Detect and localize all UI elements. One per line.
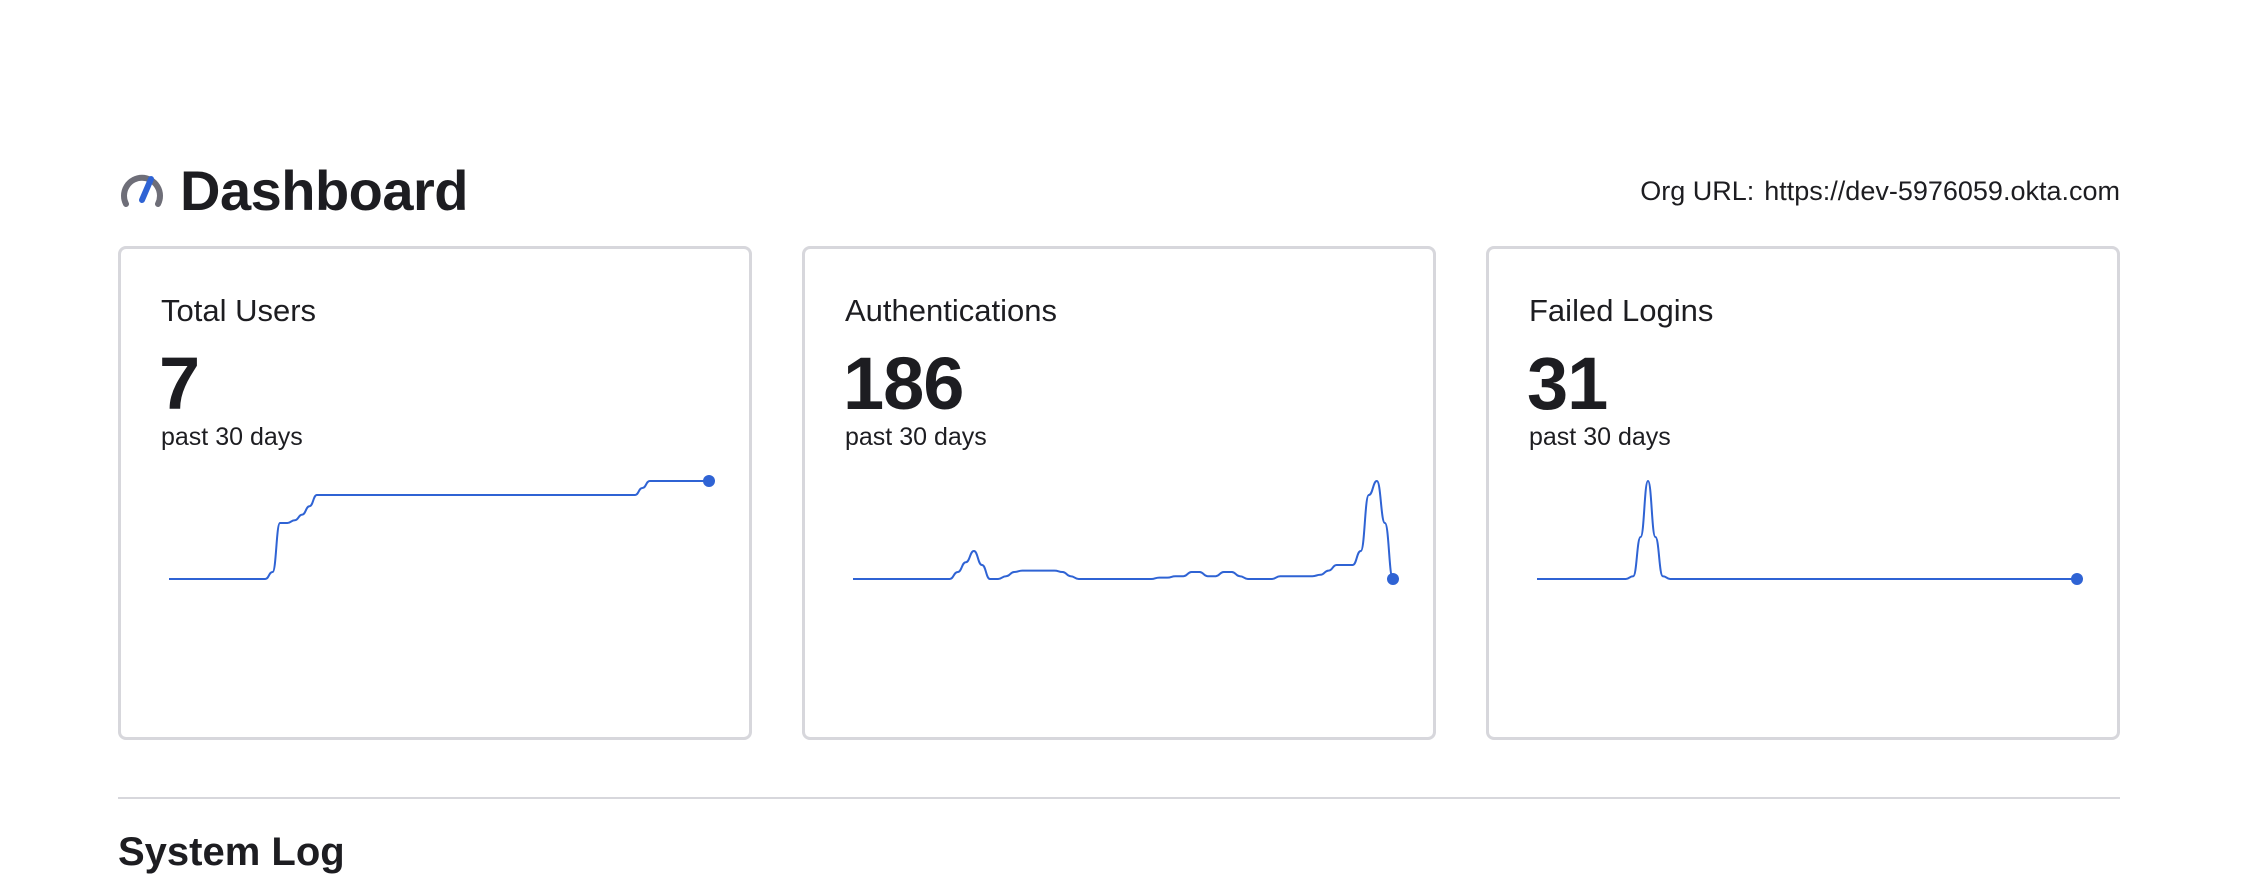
card-subtitle: past 30 days [845, 423, 987, 451]
card-value: 7 [159, 342, 200, 425]
org-url-label: Org URL: [1640, 176, 1755, 206]
sparkline-endpoint [703, 475, 715, 487]
sparkline-chart [169, 475, 715, 580]
card-failed-logins[interactable]: Failed Logins 31 past 30 days [1486, 246, 2120, 740]
card-value: 186 [843, 342, 964, 425]
org-url: Org URL: https://dev-5976059.okta.com [1640, 176, 2120, 207]
metric-cards: Total Users 7 past 30 days Authenticatio… [118, 246, 2120, 746]
card-authentications[interactable]: Authentications 186 past 30 days [802, 246, 1436, 740]
sparkline-chart [1537, 479, 2083, 585]
card-title: Total Users [161, 293, 317, 328]
dashboard-header: Dashboard Org URL: https://dev-5976059.ok… [118, 150, 2120, 230]
sparkline-line [853, 479, 1394, 580]
card-subtitle: past 30 days [1529, 423, 1671, 451]
card-total-users[interactable]: Total Users 7 past 30 days [118, 246, 752, 740]
sparkline-endpoint [2071, 573, 2083, 585]
title-wrap: Dashboard [118, 150, 469, 230]
org-url-value[interactable]: https://dev-5976059.okta.com [1764, 176, 2120, 206]
card-subtitle: past 30 days [161, 423, 303, 451]
sparkline-chart [853, 479, 1399, 585]
sparkline-line [169, 480, 709, 580]
speedometer-icon [118, 166, 166, 214]
card-title: Authentications [845, 293, 1057, 328]
section-divider [118, 797, 2120, 799]
card-value: 31 [1527, 342, 1608, 425]
sparkline-endpoint [1387, 573, 1399, 585]
section-title-system-log: System Log [118, 830, 345, 874]
card-title: Failed Logins [1529, 293, 1714, 328]
page-title: Dashboard [180, 158, 469, 222]
sparkline-line [1537, 479, 2077, 580]
